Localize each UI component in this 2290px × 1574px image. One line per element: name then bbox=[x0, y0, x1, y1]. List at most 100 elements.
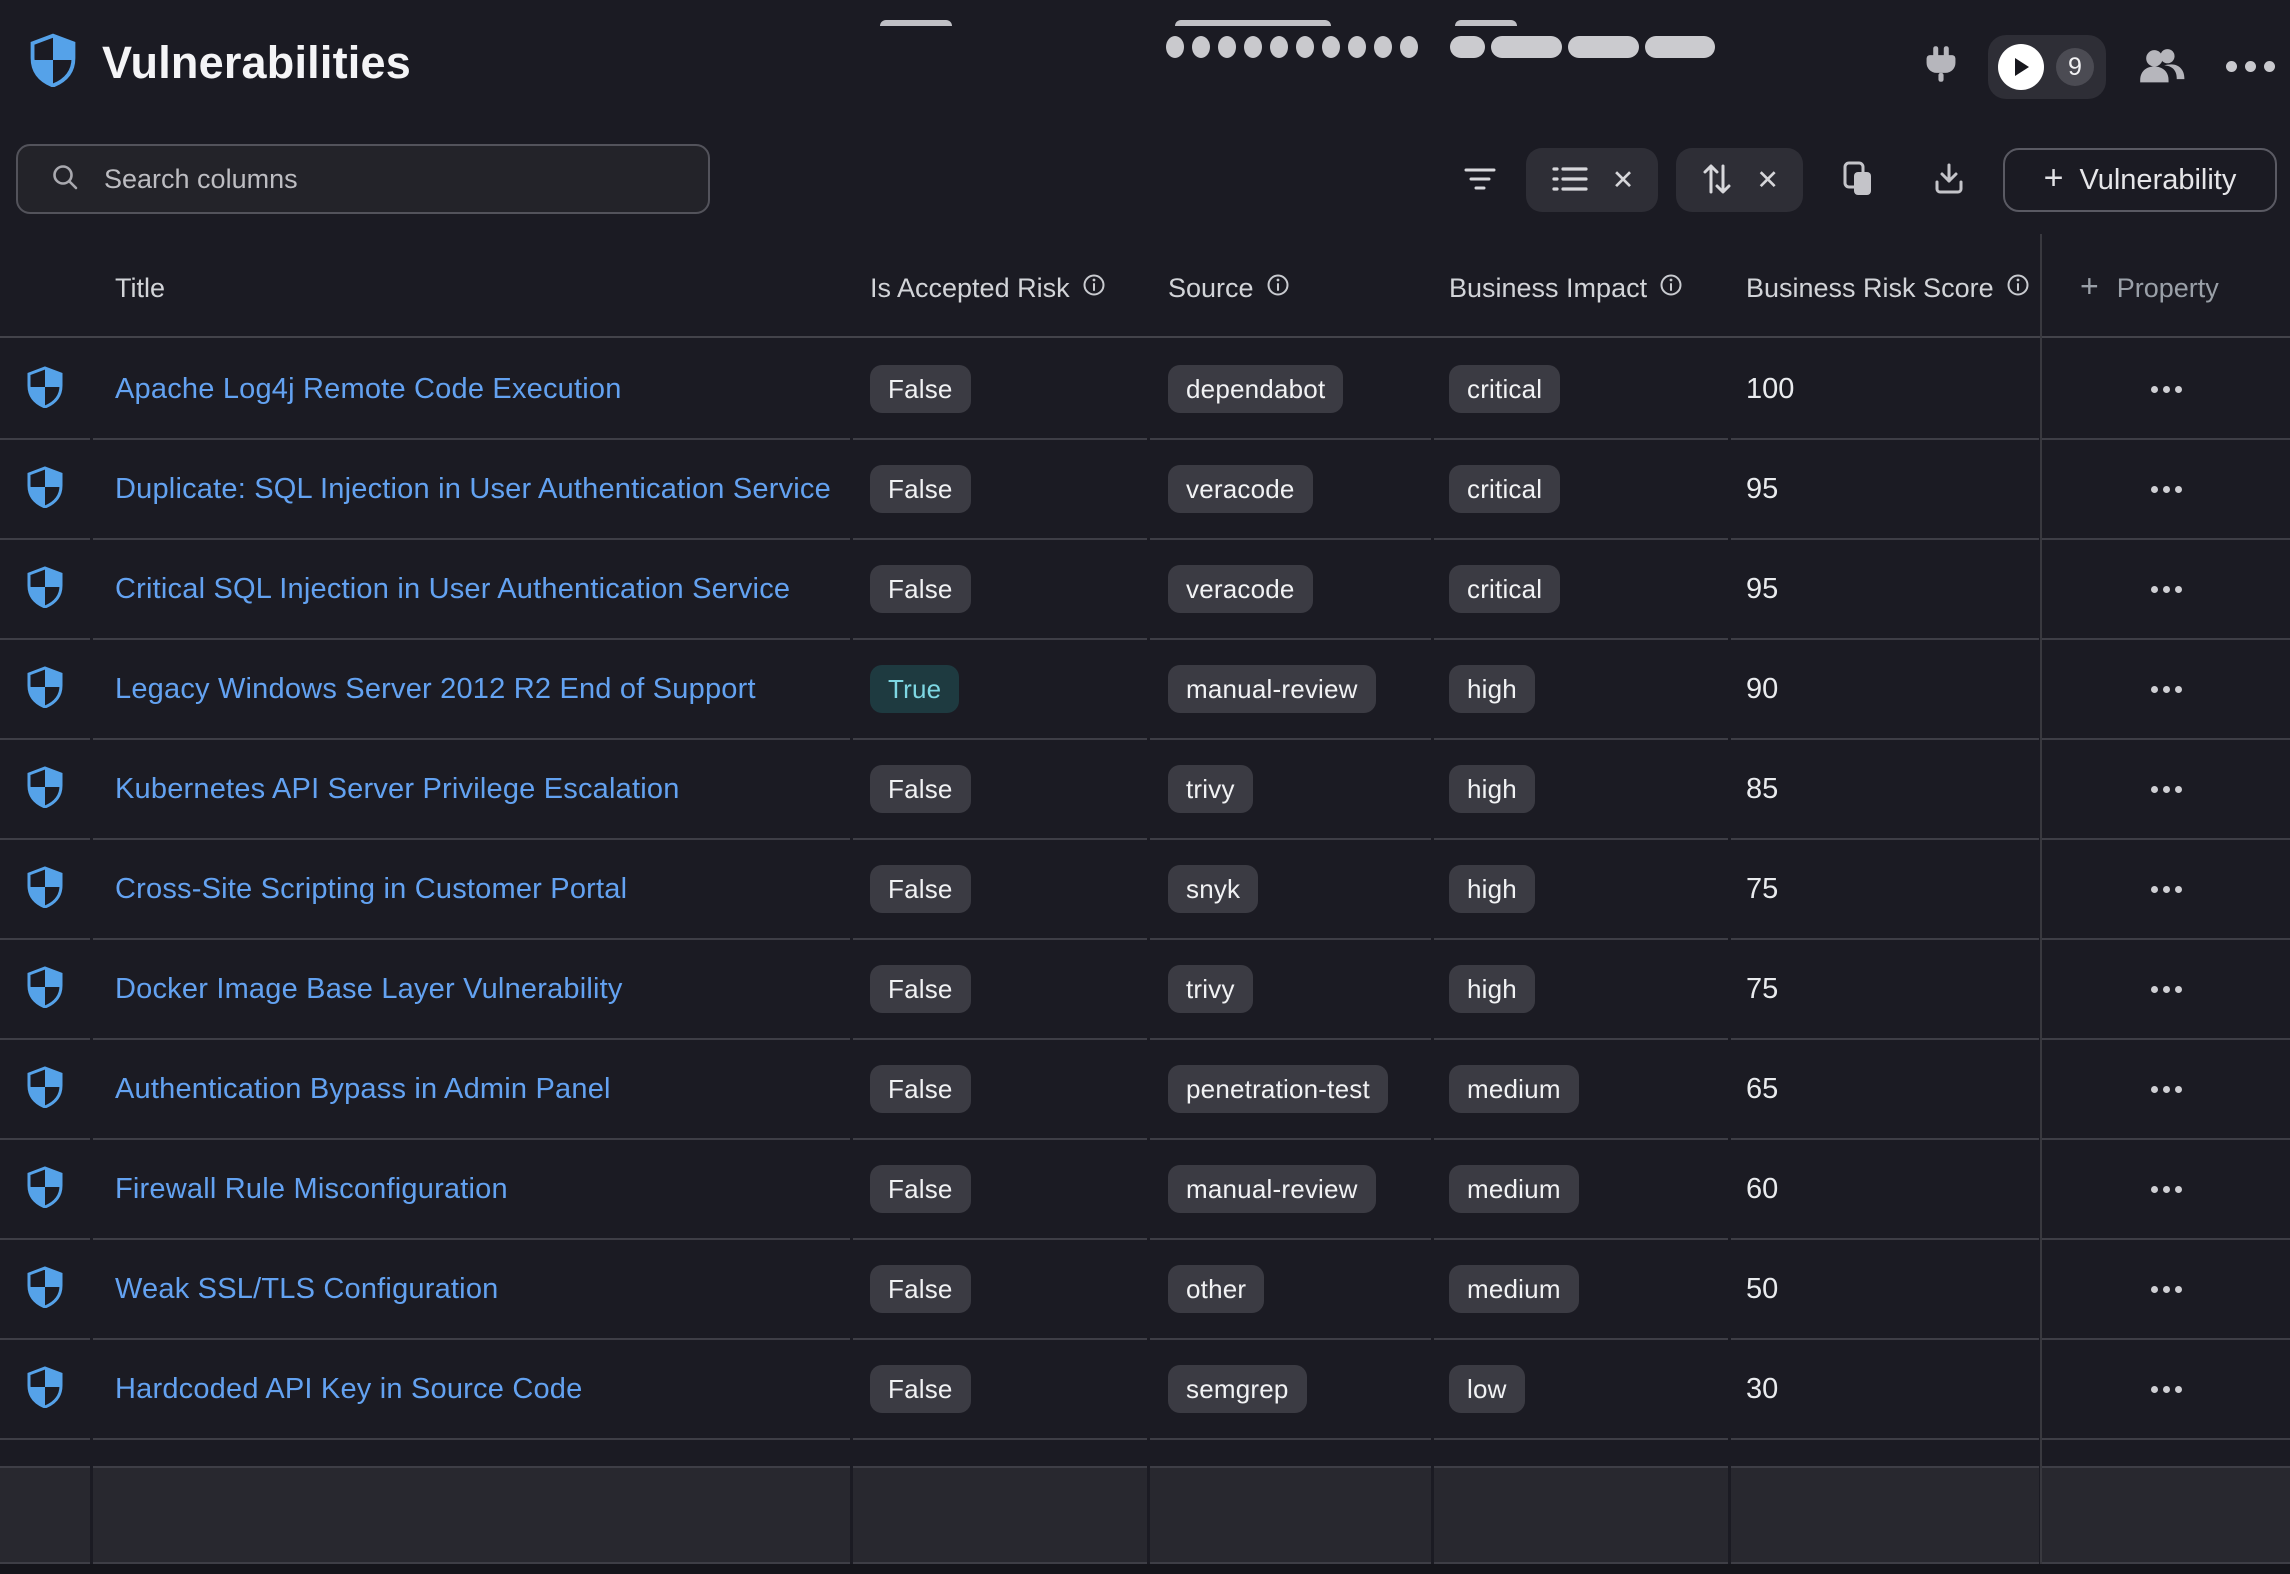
export-button[interactable] bbox=[1929, 161, 1969, 200]
row-actions-button[interactable] bbox=[2133, 472, 2200, 507]
business-risk-score-value: 50 bbox=[1746, 1273, 1778, 1306]
business-impact-badge: critical bbox=[1449, 365, 1560, 413]
info-icon[interactable] bbox=[2006, 273, 2030, 304]
accepted-risk-badge: False bbox=[870, 1365, 971, 1413]
row-actions-button[interactable] bbox=[2133, 772, 2200, 807]
accepted-risk-badge: False bbox=[870, 465, 971, 513]
plus-icon: + bbox=[2080, 268, 2099, 305]
accepted-risk-badge: False bbox=[870, 1265, 971, 1313]
row-actions-button[interactable] bbox=[2133, 572, 2200, 607]
view-settings-chip[interactable]: ✕ bbox=[1526, 148, 1659, 212]
vulnerability-shield-icon bbox=[27, 1066, 63, 1113]
plus-icon: + bbox=[2044, 159, 2064, 198]
vulnerability-shield-icon bbox=[27, 1166, 63, 1213]
integrations-button[interactable] bbox=[1922, 44, 1960, 87]
vulnerability-shield-icon bbox=[27, 1366, 63, 1413]
source-badge: other bbox=[1168, 1265, 1264, 1313]
row-actions-button[interactable] bbox=[2133, 872, 2200, 907]
source-badge: semgrep bbox=[1168, 1365, 1307, 1413]
row-actions-button[interactable] bbox=[2133, 1372, 2200, 1407]
vulnerability-shield-icon bbox=[27, 966, 63, 1013]
runs-button[interactable]: 9 bbox=[1988, 35, 2106, 99]
source-badge: dependabot bbox=[1168, 365, 1343, 413]
vulnerability-title-link[interactable]: Docker Image Base Layer Vulnerability bbox=[115, 973, 623, 1006]
business-impact-badge: high bbox=[1449, 865, 1535, 913]
business-impact-badge: medium bbox=[1449, 1065, 1579, 1113]
info-icon[interactable] bbox=[1082, 273, 1106, 304]
column-header-business-impact: Business Impact bbox=[1434, 273, 1728, 304]
vulnerability-title-link[interactable]: Cross-Site Scripting in Customer Portal bbox=[115, 873, 627, 906]
business-impact-badge: high bbox=[1449, 765, 1535, 813]
copy-button[interactable] bbox=[1839, 160, 1879, 201]
business-risk-score-value: 90 bbox=[1746, 673, 1778, 706]
column-header-accepted-risk: Is Accepted Risk bbox=[853, 273, 1147, 304]
sort-arrows-icon bbox=[1700, 161, 1734, 200]
bottom-strip bbox=[0, 1564, 2290, 1574]
vulnerability-title-link[interactable]: Apache Log4j Remote Code Execution bbox=[115, 373, 622, 406]
clear-view-icon[interactable]: ✕ bbox=[1612, 167, 1635, 194]
source-badge: veracode bbox=[1168, 465, 1313, 513]
business-impact-badge: critical bbox=[1449, 565, 1560, 613]
list-icon bbox=[1550, 163, 1590, 198]
source-badge: trivy bbox=[1168, 765, 1253, 813]
business-risk-score-value: 60 bbox=[1746, 1173, 1778, 1206]
column-header-business-risk-score: Business Risk Score bbox=[1731, 273, 2039, 304]
business-risk-score-value: 75 bbox=[1746, 873, 1778, 906]
vulnerability-shield-icon bbox=[27, 866, 63, 913]
vulnerability-title-link[interactable]: Legacy Windows Server 2012 R2 End of Sup… bbox=[115, 673, 756, 706]
row-actions-button[interactable] bbox=[2133, 972, 2200, 1007]
add-property-header-button[interactable]: + Property bbox=[2042, 271, 2290, 305]
row-actions-button[interactable] bbox=[2133, 1072, 2200, 1107]
people-icon bbox=[2138, 46, 2186, 89]
pagination-skeleton-pills bbox=[1450, 36, 1715, 58]
source-badge: veracode bbox=[1168, 565, 1313, 613]
row-actions-button[interactable] bbox=[2133, 1272, 2200, 1307]
copy-icon bbox=[1842, 160, 1876, 201]
vulnerabilities-page: Vulnerabilities 9 bbox=[0, 0, 2290, 1574]
row-actions-button[interactable] bbox=[2133, 372, 2200, 407]
pagination-skeleton-dots bbox=[1166, 36, 1418, 58]
business-risk-score-value: 30 bbox=[1746, 1373, 1778, 1406]
vulnerability-title-link[interactable]: Duplicate: SQL Injection in User Authent… bbox=[115, 473, 831, 506]
vulnerability-title-link[interactable]: Firewall Rule Misconfiguration bbox=[115, 1173, 508, 1206]
vulnerability-title-link[interactable]: Critical SQL Injection in User Authentic… bbox=[115, 573, 790, 606]
skeleton-sliver bbox=[1455, 20, 1517, 26]
vulnerability-title-link[interactable]: Weak SSL/TLS Configuration bbox=[115, 1273, 498, 1306]
source-badge: trivy bbox=[1168, 965, 1253, 1013]
skeleton-sliver bbox=[1175, 20, 1331, 26]
business-impact-badge: medium bbox=[1449, 1165, 1579, 1213]
app-shield-icon bbox=[30, 33, 76, 92]
business-risk-score-value: 100 bbox=[1746, 373, 1794, 406]
add-vulnerability-button[interactable]: + Vulnerability bbox=[2003, 148, 2277, 212]
ellipsis-icon bbox=[2226, 61, 2275, 72]
vulnerability-shield-icon bbox=[27, 366, 63, 413]
sort-chip[interactable]: ✕ bbox=[1676, 148, 1803, 212]
vulnerability-title-link[interactable]: Authentication Bypass in Admin Panel bbox=[115, 1073, 611, 1106]
vulnerability-title-link[interactable]: Kubernetes API Server Privilege Escalati… bbox=[115, 773, 680, 806]
table-row: Weak SSL/TLS Configuration False other m… bbox=[0, 1240, 2290, 1340]
table-footer bbox=[0, 1468, 2290, 1564]
row-actions-button[interactable] bbox=[2133, 1172, 2200, 1207]
row-actions-button[interactable] bbox=[2133, 672, 2200, 707]
search-input[interactable] bbox=[102, 163, 688, 196]
vulnerability-shield-icon bbox=[27, 766, 63, 813]
column-header-title: Title bbox=[93, 273, 850, 304]
business-impact-badge: medium bbox=[1449, 1265, 1579, 1313]
business-impact-badge: high bbox=[1449, 665, 1535, 713]
members-button[interactable] bbox=[2138, 46, 2186, 89]
filter-icon bbox=[1462, 163, 1498, 198]
run-count-badge: 9 bbox=[2056, 48, 2094, 86]
info-icon[interactable] bbox=[1659, 273, 1683, 304]
business-risk-score-value: 95 bbox=[1746, 473, 1778, 506]
vulnerability-title-link[interactable]: Hardcoded API Key in Source Code bbox=[115, 1373, 582, 1406]
info-icon[interactable] bbox=[1266, 273, 1290, 304]
accepted-risk-badge: True bbox=[870, 665, 959, 713]
page-title: Vulnerabilities bbox=[102, 37, 411, 89]
table-row: Authentication Bypass in Admin Panel Fal… bbox=[0, 1040, 2290, 1140]
vulnerability-shield-icon bbox=[27, 566, 63, 613]
clear-sort-icon[interactable]: ✕ bbox=[1756, 167, 1779, 194]
filter-button[interactable] bbox=[1460, 163, 1500, 198]
page-more-actions-button[interactable] bbox=[2222, 52, 2278, 80]
accepted-risk-badge: False bbox=[870, 1165, 971, 1213]
table-row: Kubernetes API Server Privilege Escalati… bbox=[0, 740, 2290, 840]
